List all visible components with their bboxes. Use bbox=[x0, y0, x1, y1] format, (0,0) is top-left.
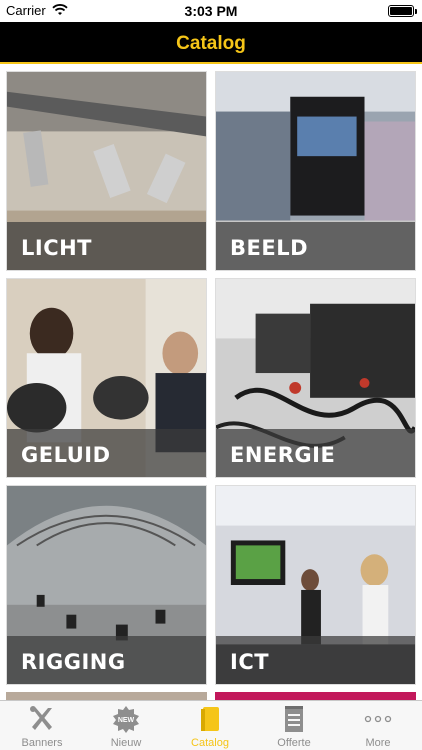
tile-label: GELUID bbox=[21, 443, 111, 467]
tab-label: Banners bbox=[21, 737, 63, 749]
tab-catalog[interactable]: Catalog bbox=[168, 701, 252, 750]
catalog-tile-licht[interactable]: LICHT bbox=[6, 71, 207, 271]
catalog-tile-energie[interactable]: ENERGIE bbox=[215, 278, 416, 478]
tab-more[interactable]: More bbox=[336, 701, 420, 750]
navigation-bar: Catalog bbox=[0, 22, 422, 64]
book-icon bbox=[201, 707, 219, 731]
catalog-tile-ict[interactable]: ICT bbox=[215, 485, 416, 685]
more-dots-icon bbox=[364, 715, 392, 723]
catalog-tile-geluid[interactable]: GELUID bbox=[6, 278, 207, 478]
clock: 3:03 PM bbox=[184, 3, 238, 19]
tab-banners[interactable]: Banners bbox=[0, 701, 84, 750]
tab-label: Catalog bbox=[191, 737, 229, 749]
page-title: Catalog bbox=[176, 33, 246, 54]
tile-label: LICHT bbox=[21, 236, 93, 260]
tile-label: RIGGING bbox=[21, 650, 126, 674]
tab-label: More bbox=[365, 737, 391, 749]
catalog-tile-beeld[interactable]: BEELD bbox=[215, 71, 416, 271]
svg-text:NEW: NEW bbox=[118, 717, 135, 724]
tile-label: ENERGIE bbox=[230, 443, 336, 467]
tools-icon bbox=[30, 706, 52, 730]
tab-label: Nieuw bbox=[110, 737, 142, 749]
tab-nieuw[interactable]: NEW Nieuw bbox=[84, 701, 168, 750]
battery-icon bbox=[388, 5, 417, 17]
catalog-tile-partial-left[interactable] bbox=[6, 692, 207, 700]
catalog-tile-rigging[interactable]: RIGGING bbox=[6, 485, 207, 685]
tile-label: ICT bbox=[230, 650, 270, 674]
catalog-tile-partial-right[interactable] bbox=[215, 692, 416, 700]
new-badge-icon: NEW bbox=[113, 706, 139, 733]
tab-label: Offerte bbox=[277, 737, 311, 749]
status-bar: Carrier 3:03 PM bbox=[0, 0, 422, 22]
tab-offerte[interactable]: Offerte bbox=[252, 701, 336, 750]
notepad-icon bbox=[285, 706, 303, 732]
catalog-grid: LICHT BEELD GELUID ENERGIE RIGGING ICT bbox=[0, 64, 422, 700]
tile-label: BEELD bbox=[230, 236, 309, 260]
tab-bar: Banners NEW Nieuw Catalog Offerte More bbox=[0, 700, 422, 750]
